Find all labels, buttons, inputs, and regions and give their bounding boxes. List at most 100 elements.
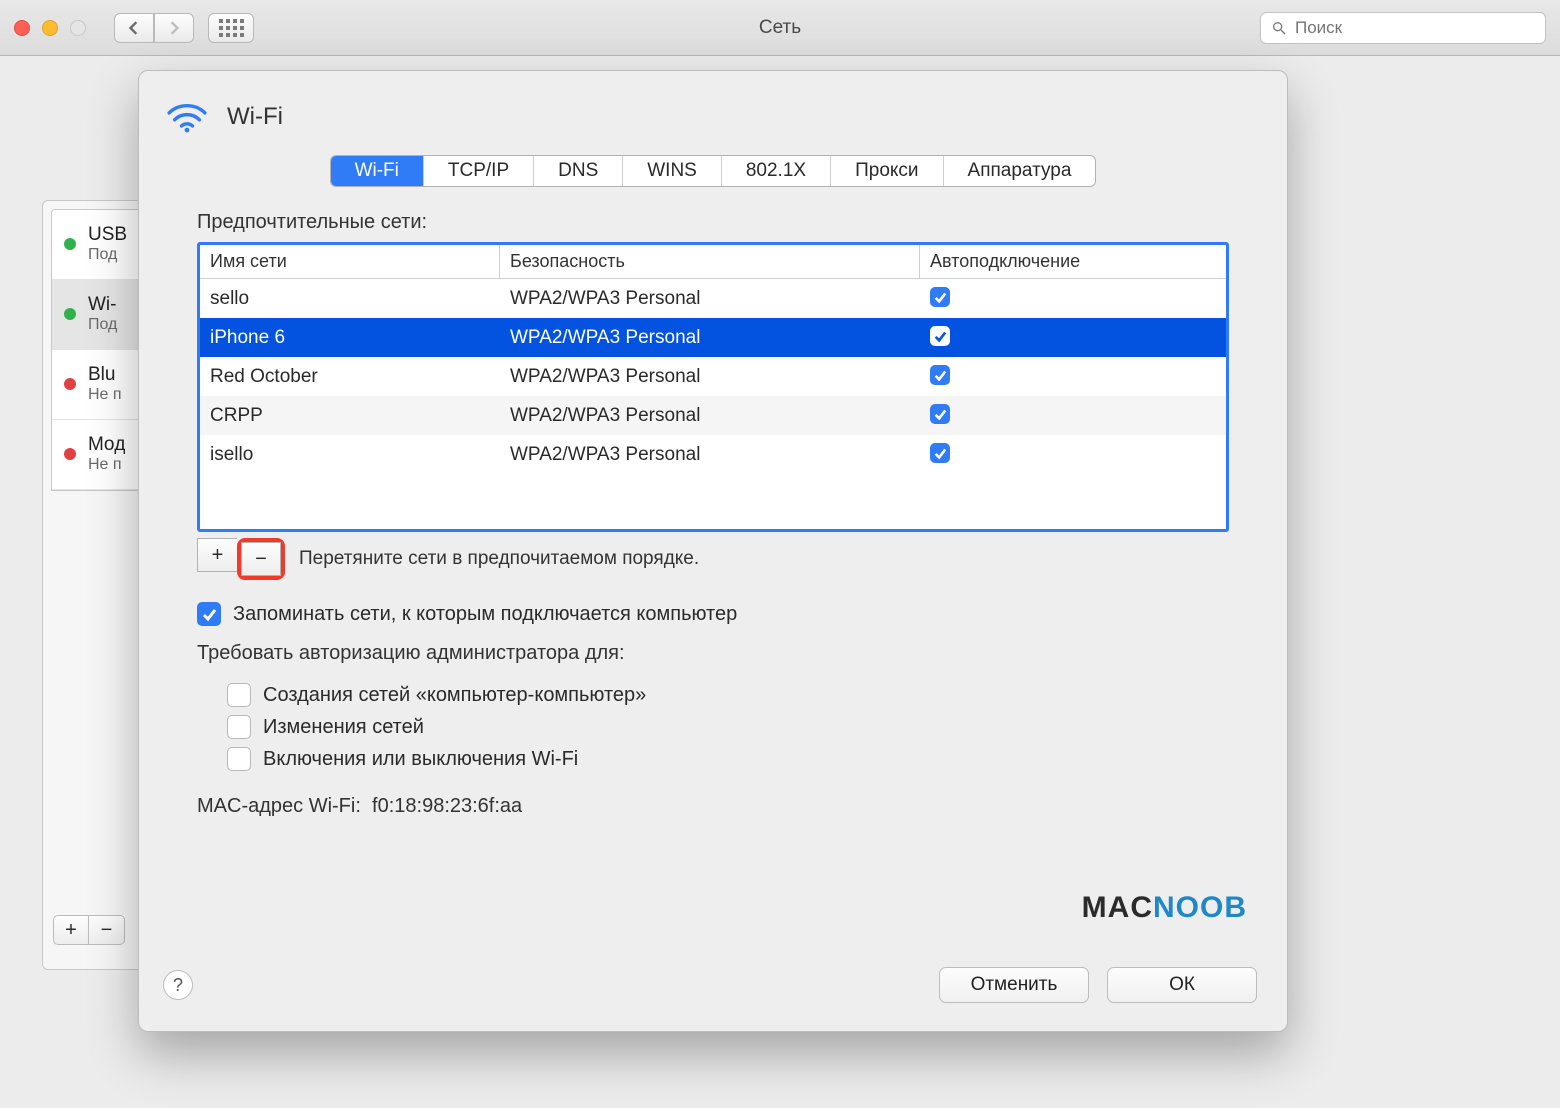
cell-name: isello — [200, 444, 500, 466]
remove-interface-button[interactable]: − — [89, 915, 125, 945]
remove-network-button[interactable]: − — [241, 542, 281, 576]
table-row[interactable]: iPhone 6WPA2/WPA3 Personal — [200, 318, 1226, 357]
watermark: MACNOOB — [1082, 891, 1247, 925]
checkbox-icon[interactable] — [197, 602, 221, 626]
table-row[interactable]: CRPPWPA2/WPA3 Personal — [200, 396, 1226, 435]
admin-opt-label: Изменения сетей — [263, 716, 424, 739]
tab-bar: Wi-Fi TCP/IP DNS WINS 802.1X Прокси Аппа… — [330, 155, 1097, 187]
sheet-title: Wi-Fi — [227, 103, 283, 131]
interface-name: USB — [88, 224, 127, 246]
help-button[interactable]: ? — [163, 970, 193, 1000]
sheet-content: Предпочтительные сети: Имя сети Безопасн… — [139, 205, 1287, 947]
interface-status: Не п — [88, 386, 122, 404]
cell-security: WPA2/WPA3 Personal — [500, 444, 920, 466]
traffic-lights — [14, 20, 86, 36]
tab-hardware[interactable]: Аппаратура — [944, 156, 1096, 186]
cell-security: WPA2/WPA3 Personal — [500, 288, 920, 310]
status-dot-icon — [64, 448, 76, 460]
col-security[interactable]: Безопасность — [500, 245, 920, 278]
table-row[interactable]: selloWPA2/WPA3 Personal — [200, 279, 1226, 318]
mac-address-line: MAC-адрес Wi-Fi: f0:18:98:23:6f:aa — [197, 795, 1229, 818]
window-title: Сеть — [759, 17, 801, 39]
col-auto[interactable]: Автоподключение — [920, 245, 1226, 278]
close-window-icon[interactable] — [14, 20, 30, 36]
sheet-footer: ? Отменить ОК — [139, 947, 1287, 1031]
wifi-icon — [165, 95, 209, 139]
interface-name: Moд — [88, 434, 125, 456]
cell-auto — [920, 326, 1226, 349]
cell-auto — [920, 443, 1226, 466]
admin-opt-change[interactable]: Изменения сетей — [227, 715, 1229, 739]
cell-name: iPhone 6 — [200, 327, 500, 349]
cell-auto — [920, 365, 1226, 388]
options-group: Запоминать сети, к которым подключается … — [197, 602, 1229, 771]
interface-add-remove: + − — [53, 915, 125, 945]
window-toolbar: Сеть — [0, 0, 1560, 56]
cell-auto — [920, 404, 1226, 427]
cell-security: WPA2/WPA3 Personal — [500, 366, 920, 388]
checkbox-icon[interactable] — [227, 683, 251, 707]
auto-join-checkbox[interactable] — [930, 443, 950, 463]
admin-opt-adhoc[interactable]: Создания сетей «компьютер-компьютер» — [227, 683, 1229, 707]
add-interface-button[interactable]: + — [53, 915, 89, 945]
tab-tcpip[interactable]: TCP/IP — [424, 156, 534, 186]
cell-name: CRPP — [200, 405, 500, 427]
status-dot-icon — [64, 378, 76, 390]
sheet-header: Wi-Fi — [139, 71, 1287, 151]
cell-security: WPA2/WPA3 Personal — [500, 405, 920, 427]
table-row[interactable]: iselloWPA2/WPA3 Personal — [200, 435, 1226, 474]
table-header: Имя сети Безопасность Автоподключение — [200, 245, 1226, 279]
table-controls: + − Перетяните сети в предпочитаемом пор… — [197, 538, 1229, 580]
remember-networks-label: Запоминать сети, к которым подключается … — [233, 603, 737, 626]
admin-opt-label: Включения или выключения Wi-Fi — [263, 748, 578, 771]
auto-join-checkbox[interactable] — [930, 404, 950, 424]
ok-button[interactable]: ОК — [1107, 967, 1257, 1003]
search-input[interactable] — [1295, 18, 1535, 38]
admin-opt-toggle[interactable]: Включения или выключения Wi-Fi — [227, 747, 1229, 771]
tab-8021x[interactable]: 802.1X — [722, 156, 831, 186]
interface-name: Blu — [88, 364, 122, 386]
interface-status: Под — [88, 316, 117, 334]
cell-auto — [920, 287, 1226, 310]
checkbox-icon[interactable] — [227, 715, 251, 739]
admin-options: Создания сетей «компьютер-компьютер» Изм… — [227, 683, 1229, 771]
minimize-window-icon[interactable] — [42, 20, 58, 36]
forward-button[interactable] — [154, 13, 194, 43]
preferred-networks-table[interactable]: Имя сети Безопасность Автоподключение se… — [197, 242, 1229, 532]
brand-part1: MAC — [1082, 891, 1153, 924]
interface-status: Под — [88, 246, 127, 264]
grid-icon — [219, 19, 244, 37]
add-network-button[interactable]: + — [197, 538, 237, 572]
cell-name: sello — [200, 288, 500, 310]
search-icon — [1271, 20, 1287, 36]
cell-name: Red October — [200, 366, 500, 388]
remember-networks-option[interactable]: Запоминать сети, к которым подключается … — [197, 602, 1229, 626]
auto-join-checkbox[interactable] — [930, 365, 950, 385]
tab-wifi[interactable]: Wi-Fi — [331, 156, 424, 186]
preferred-networks-label: Предпочтительные сети: — [197, 211, 1229, 234]
tab-proxy[interactable]: Прокси — [831, 156, 943, 186]
search-field[interactable] — [1260, 12, 1546, 44]
cancel-button[interactable]: Отменить — [939, 967, 1089, 1003]
add-remove-network: + − — [197, 538, 285, 580]
mac-address-value: f0:18:98:23:6f:aa — [372, 795, 522, 817]
admin-opt-label: Создания сетей «компьютер-компьютер» — [263, 684, 646, 707]
table-row[interactable]: Red OctoberWPA2/WPA3 Personal — [200, 357, 1226, 396]
tab-wins[interactable]: WINS — [623, 156, 722, 186]
admin-auth-label: Требовать авторизацию администратора для… — [197, 642, 1229, 665]
auto-join-checkbox[interactable] — [930, 287, 950, 307]
table-body: selloWPA2/WPA3 PersonaliPhone 6WPA2/WPA3… — [200, 279, 1226, 474]
checkbox-icon[interactable] — [227, 747, 251, 771]
drag-hint: Перетяните сети в предпочитаемом порядке… — [299, 548, 699, 570]
interface-name: Wi- — [88, 294, 117, 316]
status-dot-icon — [64, 308, 76, 320]
nav-group — [114, 13, 194, 43]
show-all-button[interactable] — [208, 13, 254, 43]
col-name[interactable]: Имя сети — [200, 245, 500, 278]
tab-dns[interactable]: DNS — [534, 156, 623, 186]
interface-status: Не п — [88, 456, 125, 474]
auto-join-checkbox[interactable] — [930, 326, 950, 346]
back-button[interactable] — [114, 13, 154, 43]
highlight-annotation: − — [237, 538, 285, 580]
zoom-window-icon — [70, 20, 86, 36]
